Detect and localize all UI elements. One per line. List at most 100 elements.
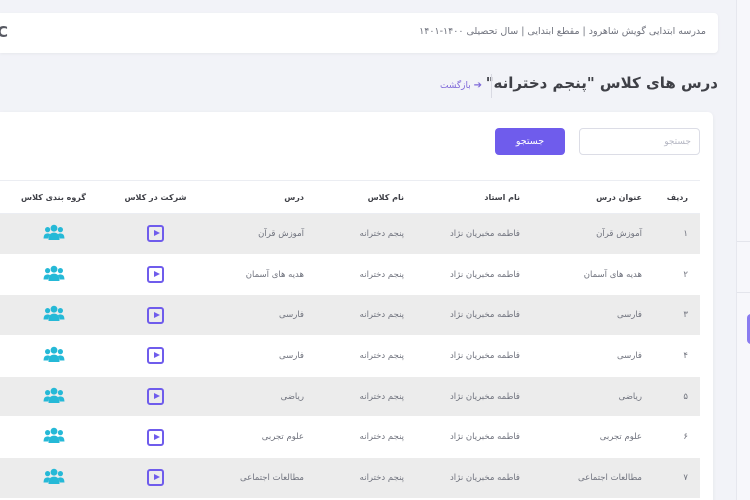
- play-icon[interactable]: [147, 428, 164, 446]
- play-icon[interactable]: [147, 469, 164, 487]
- cell-lesson: هدیه های آسمان: [204, 254, 316, 296]
- cell-lesson: ریاضی: [204, 376, 316, 418]
- users-group-icon: [43, 428, 64, 444]
- title-divider: [491, 74, 492, 98]
- search-button[interactable]: جستجو: [495, 128, 565, 155]
- class-group-button[interactable]: [43, 387, 65, 407]
- play-icon[interactable]: [147, 225, 164, 243]
- cell-teacher: فاطمه مخبریان نژاد: [416, 294, 532, 337]
- class-group-button[interactable]: [43, 468, 65, 488]
- class-group-button[interactable]: [43, 224, 65, 244]
- cell-class: پنجم دخترانه: [316, 294, 416, 337]
- cell-join: [107, 335, 204, 377]
- cell-index: ۷: [654, 457, 700, 499]
- cell-group: [0, 294, 107, 337]
- cell-class: پنجم دخترانه: [316, 457, 416, 499]
- col-header-teacher: نام استاد: [416, 180, 532, 214]
- class-group-button[interactable]: [43, 265, 65, 285]
- cell-lesson: علوم تجربی: [204, 416, 316, 459]
- page-title: درس های کلاس "پنجم دخترانه": [485, 74, 718, 92]
- cell-group: [0, 254, 107, 296]
- cell-teacher: فاطمه مخبریان نژاد: [416, 376, 532, 418]
- users-group-icon: [43, 468, 64, 484]
- cell-teacher: فاطمه مخبریان نژاد: [416, 213, 532, 255]
- lessons-table: ردیف عنوان درس نام استاد نام کلاس درس شر…: [0, 180, 700, 499]
- arrow-right-icon: ➔: [473, 80, 483, 91]
- cell-join: [107, 213, 204, 255]
- cell-index: ۲: [654, 254, 700, 296]
- col-header-class: نام کلاس: [316, 180, 416, 214]
- table-row: ۳ فارسی فاطمه مخبریان نژاد پنجم دخترانه فارس…: [0, 294, 700, 337]
- play-icon[interactable]: [147, 388, 164, 406]
- top-bar: C مدرسه ابتدایی گویش شاهرود | مقطع ابتدا…: [0, 13, 718, 53]
- users-group-icon: [43, 387, 64, 403]
- cell-group: [0, 213, 107, 255]
- search-input[interactable]: [579, 128, 700, 155]
- cell-join: [107, 254, 204, 296]
- lessons-card: جستجو ردیف عنوان درس نام استاد نام کلاس …: [0, 112, 713, 500]
- col-header-lesson: درس: [204, 180, 316, 214]
- col-header-group: گروه بندی کلاس: [0, 180, 107, 214]
- cell-class: پنجم دخترانه: [316, 254, 416, 296]
- cell-group: [0, 457, 107, 499]
- cell-join: [107, 416, 204, 459]
- users-group-icon: [43, 346, 64, 362]
- col-header-join: شرکت در کلاس: [107, 180, 204, 214]
- school-info: مدرسه ابتدایی گویش شاهرود | مقطع ابتدایی…: [419, 26, 706, 37]
- cell-index: ۵: [654, 376, 700, 418]
- users-group-icon: [43, 265, 64, 281]
- play-icon[interactable]: [147, 347, 164, 365]
- cell-title: هدیه های آسمان: [532, 254, 654, 296]
- cell-lesson: آموزش قرآن: [204, 213, 316, 255]
- cell-join: [107, 376, 204, 418]
- table-row: ۱ آموزش قرآن فاطمه مخبریان نژاد پنجم دختران…: [0, 213, 700, 255]
- cell-class: پنجم دخترانه: [316, 335, 416, 377]
- col-header-title: عنوان درس: [532, 180, 654, 214]
- cell-title: آموزش قرآن: [532, 213, 654, 255]
- cell-teacher: فاطمه مخبریان نژاد: [416, 457, 532, 499]
- cell-group: [0, 335, 107, 377]
- table-row: ۷ مطالعات اجتماعی فاطمه مخبریان نژاد پنجم د…: [0, 457, 700, 499]
- cell-index: ۳: [654, 294, 700, 337]
- cell-index: ۴: [654, 335, 700, 377]
- cell-lesson: فارسی: [204, 335, 316, 377]
- cell-title: علوم تجربی: [532, 416, 654, 459]
- play-icon[interactable]: [147, 306, 164, 324]
- back-link[interactable]: ➔ بازگشت: [440, 80, 482, 91]
- table-row: ۲ هدیه های آسمان فاطمه مخبریان نژاد پنجم دخ…: [0, 254, 700, 296]
- class-group-button[interactable]: [43, 427, 65, 447]
- table-row: ۶ علوم تجربی فاطمه مخبریان نژاد پنجم دختران…: [0, 416, 700, 459]
- cell-title: ریاضی: [532, 376, 654, 418]
- cell-index: ۱: [654, 213, 700, 255]
- table-header-row: ردیف عنوان درس نام استاد نام کلاس درس شر…: [0, 180, 700, 214]
- class-group-button[interactable]: [43, 346, 65, 366]
- cell-group: [0, 376, 107, 418]
- cell-teacher: فاطمه مخبریان نژاد: [416, 416, 532, 459]
- right-side-panel: [736, 0, 750, 500]
- cell-join: [107, 457, 204, 499]
- cell-join: [107, 294, 204, 337]
- cell-class: پنجم دخترانه: [316, 416, 416, 459]
- cell-teacher: فاطمه مخبریان نژاد: [416, 335, 532, 377]
- cell-lesson: مطالعات اجتماعی: [204, 457, 316, 499]
- cell-class: پنجم دخترانه: [316, 213, 416, 255]
- class-group-button[interactable]: [43, 305, 65, 325]
- cell-teacher: فاطمه مخبریان نژاد: [416, 254, 532, 296]
- cell-title: فارسی: [532, 294, 654, 337]
- cell-index: ۶: [654, 416, 700, 459]
- cell-group: [0, 416, 107, 459]
- users-group-icon: [43, 306, 64, 322]
- cell-lesson: فارسی: [204, 294, 316, 337]
- table-row: ۵ ریاضی فاطمه مخبریان نژاد پنجم دخترانه ریاض…: [0, 376, 700, 418]
- divider: [737, 292, 750, 293]
- users-group-icon: [43, 224, 64, 240]
- play-icon[interactable]: [147, 266, 164, 284]
- divider: [737, 241, 750, 242]
- header-left-glyph: C: [0, 23, 9, 41]
- col-header-index: ردیف: [654, 180, 700, 214]
- cell-title: مطالعات اجتماعی: [532, 457, 654, 499]
- cell-title: فارسی: [532, 335, 654, 377]
- table-row: ۴ فارسی فاطمه مخبریان نژاد پنجم دخترانه فارس…: [0, 335, 700, 377]
- cell-class: پنجم دخترانه: [316, 376, 416, 418]
- back-label: بازگشت: [440, 81, 471, 91]
